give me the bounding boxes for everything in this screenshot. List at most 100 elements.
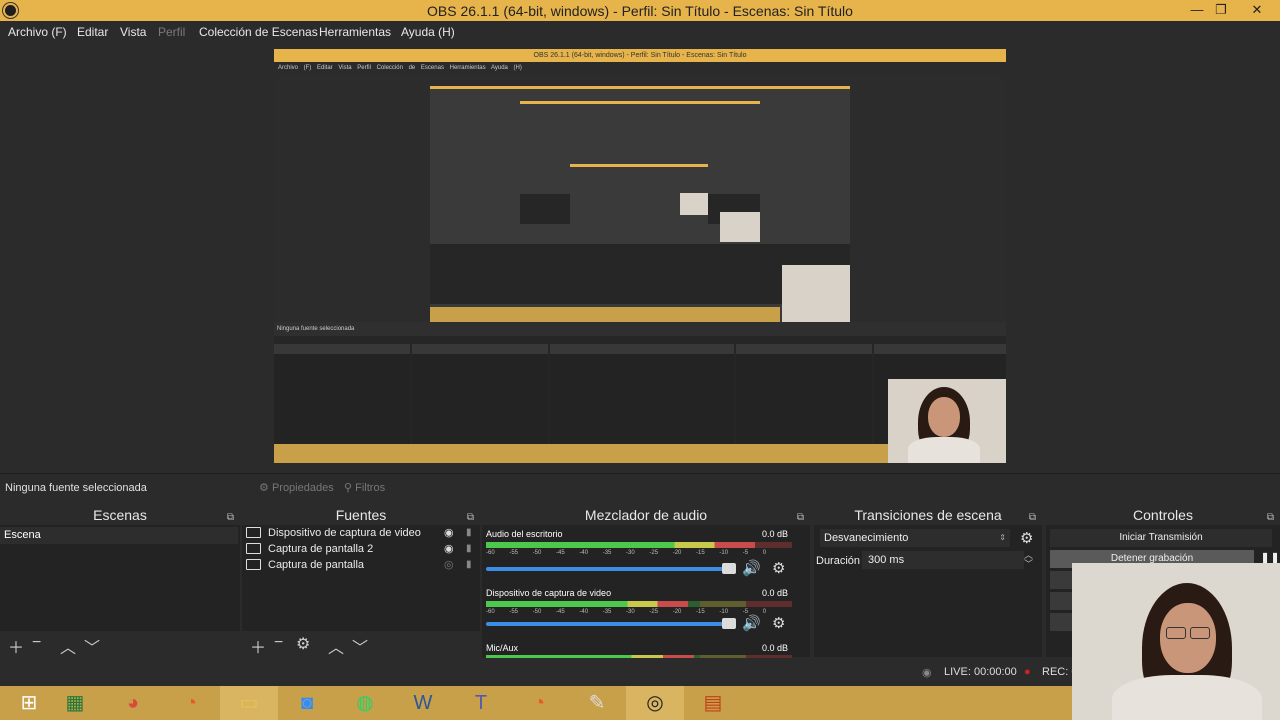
speaker-icon[interactable]: 🔊 — [742, 614, 761, 632]
undock-icon[interactable]: ⧉ — [797, 508, 804, 528]
close-button[interactable]: ✕ — [1242, 0, 1272, 21]
chevron-updown-icon: ⇕ — [999, 533, 1006, 542]
monitor-icon — [246, 559, 261, 570]
scene-item[interactable]: Escena — [0, 527, 238, 544]
menu-herramientas[interactable]: Herramientas — [319, 25, 391, 39]
powerpoint-icon[interactable]: ▤ — [684, 686, 742, 720]
volume-slider[interactable] — [486, 567, 736, 571]
lock-icon[interactable]: ▮ — [466, 541, 472, 557]
volume-meter — [486, 601, 792, 607]
no-source-selected-label: Ninguna fuente seleccionada — [5, 482, 147, 494]
window-title: OBS 26.1.1 (64-bit, windows) - Perfil: S… — [427, 3, 853, 19]
volume-slider-handle[interactable] — [722, 618, 736, 629]
volume-meter — [486, 542, 792, 548]
menu-ayuda[interactable]: Ayuda (H) — [401, 25, 455, 39]
scenes-dock: Escenas ⧉ Escena ＋ − ︿ ﹀ — [0, 505, 240, 657]
channel-db: 0.0 dB — [761, 588, 788, 598]
teams-icon[interactable]: T — [452, 686, 510, 720]
remove-icon[interactable]: − — [32, 634, 41, 652]
eye-icon[interactable]: ◉ — [444, 541, 454, 557]
file-explorer-icon[interactable]: ▭ — [220, 686, 278, 720]
transitions-dock-title: Transiciones de escena — [854, 507, 1002, 523]
excel-icon[interactable]: ▦ — [46, 686, 104, 720]
preview-area[interactable]: OBS 26.1.1 (64-bit, windows) - Perfil: S… — [0, 43, 1280, 473]
source-item[interactable]: Captura de pantalla 2 ◉ ▮ — [242, 541, 480, 557]
whatsapp-icon[interactable]: ◍ — [336, 686, 394, 720]
undock-icon[interactable]: ⧉ — [1029, 508, 1036, 528]
record-icon: ● — [1024, 666, 1031, 678]
menu-archivo[interactable]: Archivo (F) — [8, 25, 67, 39]
source-label: Dispositivo de captura de video — [268, 527, 421, 539]
volume-slider-handle[interactable] — [722, 563, 736, 574]
sources-dock: Fuentes ⧉ Dispositivo de captura de vide… — [242, 505, 480, 657]
lock-icon[interactable]: ▮ — [466, 525, 472, 541]
nested-preview — [274, 74, 1006, 322]
transitions-dock: Transiciones de escena ⧉ Desvanecimiento… — [814, 505, 1042, 657]
sources-toolbar: ＋ − ⚙ ︿ ﹀ — [242, 631, 480, 657]
firefox-icon[interactable]: ◔ — [162, 686, 220, 720]
scenes-dock-header: Escenas ⧉ — [0, 505, 240, 525]
add-icon[interactable]: ＋ — [8, 634, 24, 658]
gear-icon[interactable]: ⚙ — [772, 559, 785, 577]
menu-editar[interactable]: Editar — [77, 25, 108, 39]
nested-dock-fuentes — [412, 344, 548, 444]
filters-label: Filtros — [355, 482, 386, 494]
menu-coleccion-escenas[interactable]: Colección de Escenas — [199, 25, 318, 39]
filter-icon: ⚲ — [344, 482, 353, 494]
source-label: Captura de pantalla 2 — [268, 543, 374, 555]
webcam-overlay — [1072, 563, 1280, 720]
chrome-icon[interactable]: ◕ — [104, 686, 162, 720]
camera-icon — [246, 527, 261, 538]
window-titlebar: OBS 26.1.1 (64-bit, windows) - Perfil: S… — [0, 0, 1280, 21]
speaker-icon[interactable]: 🔊 — [742, 559, 761, 577]
nested-webcam-3 — [680, 193, 708, 215]
source-label: Captura de pantalla — [268, 559, 365, 571]
paint-icon[interactable]: ✎ — [568, 686, 626, 720]
lock-icon[interactable]: ▮ — [466, 557, 472, 573]
channel-name: Audio del escritorio — [486, 529, 563, 539]
volume-meter — [486, 655, 792, 658]
move-down-icon[interactable]: ﹀ — [84, 634, 100, 658]
preview-canvas[interactable]: OBS 26.1.1 (64-bit, windows) - Perfil: S… — [274, 49, 1006, 463]
move-up-icon[interactable]: ︿ — [328, 634, 344, 658]
volume-slider[interactable] — [486, 622, 736, 626]
transition-select[interactable]: Desvanecimiento ⇕ — [820, 529, 1010, 547]
move-up-icon[interactable]: ︿ — [60, 634, 76, 658]
source-item[interactable]: Dispositivo de captura de video ◉ ▮ — [242, 525, 480, 541]
properties-button[interactable]: ⚙ Propiedades — [255, 478, 338, 497]
channel-name: Mic/Aux — [486, 643, 519, 653]
menu-perfil[interactable]: Perfil — [158, 25, 185, 39]
remove-icon[interactable]: − — [274, 634, 283, 652]
undock-icon[interactable]: ⧉ — [1267, 508, 1274, 528]
source-item[interactable]: Captura de pantalla ◎ ▮ — [242, 557, 480, 573]
gear-icon[interactable]: ⚙ — [296, 634, 310, 654]
gear-icon[interactable]: ⚙ — [1020, 529, 1033, 547]
restore-button[interactable]: ❐ — [1206, 0, 1236, 21]
live-time: LIVE: 00:00:00 — [944, 666, 1017, 678]
undock-icon[interactable]: ⧉ — [227, 508, 234, 528]
firefox-icon[interactable]: ◔ — [510, 686, 568, 720]
start-stream-button[interactable]: Iniciar Transmisión — [1050, 529, 1272, 547]
controls-dock-title: Controles — [1133, 507, 1193, 523]
eye-hidden-icon[interactable]: ◎ — [444, 557, 454, 573]
duration-value: 300 ms — [868, 554, 905, 566]
mixer-channel: Audio del escritorio 0.0 dB -60 -55 -50 … — [486, 529, 798, 584]
add-icon[interactable]: ＋ — [250, 634, 266, 658]
gear-icon: ⚙ — [259, 482, 269, 494]
obs-icon[interactable]: ◎ — [626, 686, 684, 720]
nested-webcam-2 — [720, 212, 760, 242]
word-icon[interactable]: W — [394, 686, 452, 720]
menu-vista[interactable]: Vista — [120, 25, 146, 39]
sources-dock-title: Fuentes — [335, 507, 387, 523]
source-toolbar: Ninguna fuente seleccionada ⚙ Propiedade… — [0, 473, 1280, 501]
spinner-icon[interactable]: ︿ ﹀ — [1024, 551, 1033, 569]
controls-dock-header: Controles ⧉ — [1046, 505, 1280, 525]
zoom-icon[interactable]: ◙ — [278, 686, 336, 720]
eye-icon[interactable]: ◉ — [444, 525, 454, 541]
duration-input[interactable]: 300 ms — [862, 551, 1024, 569]
broadcast-icon: ◉ — [922, 667, 932, 679]
transitions-dock-header: Transiciones de escena ⧉ — [814, 505, 1042, 525]
move-down-icon[interactable]: ﹀ — [352, 634, 368, 658]
filters-button[interactable]: ⚲ Filtros — [340, 478, 389, 497]
gear-icon[interactable]: ⚙ — [772, 614, 785, 632]
